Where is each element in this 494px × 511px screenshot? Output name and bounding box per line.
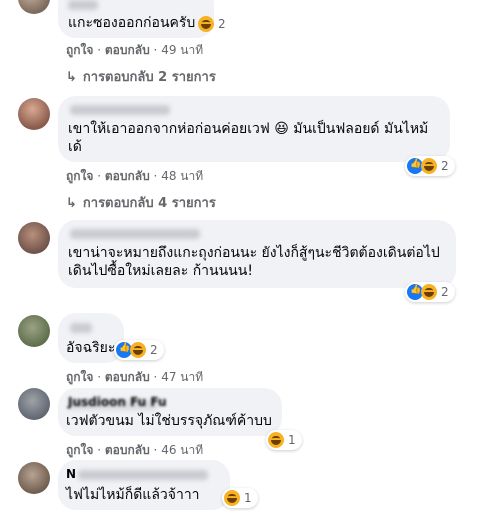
comment-bubble: N ไฟไม่ไหม้ก็ดีแล้วจ้าาา — [58, 460, 230, 510]
reaction-count: 1 — [244, 491, 252, 505]
reply-button[interactable]: ตอบกลับ — [105, 370, 150, 384]
haha-reaction-icon — [198, 16, 214, 32]
reaction-count: 2 — [441, 285, 449, 299]
commenter-name[interactable]: N — [66, 467, 76, 481]
avatar[interactable] — [18, 98, 50, 130]
like-button[interactable]: ถูกใจ — [66, 169, 93, 183]
comment-actions: ถูกใจ · ตอบกลับ · 46 นาที — [66, 443, 204, 457]
commenter-name[interactable]: Jusdioon Fu Fu — [68, 395, 167, 409]
timestamp[interactable]: 47 นาที — [161, 370, 203, 384]
reaction-summary[interactable]: 2 — [405, 156, 455, 176]
comment-actions: ถูกใจ · ตอบกลับ · 47 นาที — [66, 370, 204, 384]
haha-reaction-icon — [421, 158, 437, 174]
reaction-count: 2 — [218, 17, 226, 31]
haha-reaction-icon — [224, 490, 240, 506]
comment-text: เขาให้เอาออกจากห่อก่อนค่อยเวฟ 😆 มันเป็นฟ… — [68, 121, 429, 137]
reply-button[interactable]: ตอบกลับ — [105, 443, 150, 457]
like-button[interactable]: ถูกใจ — [66, 370, 93, 384]
reaction-summary[interactable]: 1 — [222, 488, 258, 508]
commenter-name[interactable] — [70, 105, 170, 115]
commenter-name-blur — [78, 470, 208, 480]
commenter-name[interactable] — [70, 323, 92, 333]
view-replies-link[interactable]: ↳ การตอบกลับ 2 รายการ — [66, 66, 216, 87]
haha-reaction-icon — [268, 432, 284, 448]
comment-text: เวฟตัวขนม ไม่ใช่บรรจุภัณฑ์ค้าบบ — [66, 413, 272, 429]
reply-button[interactable]: ตอบกลับ — [105, 169, 150, 183]
reaction-summary[interactable]: 2 — [198, 14, 226, 34]
haha-reaction-icon — [130, 342, 146, 358]
avatar[interactable] — [18, 462, 50, 494]
commenter-name[interactable] — [70, 229, 200, 239]
view-replies-link[interactable]: ↳ การตอบกลับ 4 รายการ — [66, 192, 216, 213]
avatar[interactable] — [18, 315, 50, 347]
avatar[interactable] — [18, 0, 50, 14]
like-button[interactable]: ถูกใจ — [66, 43, 93, 57]
comment-bubble: เขาน่าจะหมายถึงแกะถุงก่อนนะ ยังไงก็สู้ๆน… — [58, 220, 456, 288]
reply-arrow-icon: ↳ — [66, 196, 77, 211]
reply-button[interactable]: ตอบกลับ — [105, 43, 150, 57]
comment-text-line2: เดินไปซื้อใหม่เลยละ ก้านนนน! — [68, 263, 253, 279]
comment-text: อัจฉริยะ — [66, 340, 116, 356]
avatar[interactable] — [18, 388, 50, 420]
commenter-name[interactable] — [68, 0, 98, 10]
timestamp[interactable]: 46 นาที — [161, 443, 203, 457]
timestamp[interactable]: 48 นาที — [161, 169, 203, 183]
reaction-summary[interactable]: 2 — [114, 340, 164, 360]
reaction-summary[interactable]: 1 — [266, 430, 302, 450]
reply-arrow-icon: ↳ — [66, 70, 77, 85]
haha-reaction-icon — [421, 284, 437, 300]
reaction-count: 2 — [150, 343, 158, 357]
comment-bubble: Jusdioon Fu Fu เวฟตัวขนม ไม่ใช่บรรจุภัณฑ… — [58, 388, 282, 436]
comment-bubble: แกะซองออกก่อนครับ 2 — [58, 0, 226, 38]
comment-text: ไฟไม่ไหม้ก็ดีแล้วจ้าาา — [66, 487, 200, 503]
reaction-count: 2 — [441, 159, 449, 173]
comment-actions: ถูกใจ · ตอบกลับ · 49 นาที — [66, 43, 204, 57]
comment-text: แกะซองออกก่อนครับ — [68, 15, 196, 31]
reaction-summary[interactable]: 2 — [405, 282, 455, 302]
timestamp[interactable]: 49 นาที — [161, 43, 203, 57]
avatar[interactable] — [18, 222, 50, 254]
comment-bubble: เขาให้เอาออกจากห่อก่อนค่อยเวฟ 😆 มันเป็นฟ… — [58, 96, 450, 162]
comment-text-line2: เด้ — [68, 139, 82, 155]
comment-bubble: อัจฉริยะ — [58, 313, 124, 363]
comment-actions: ถูกใจ · ตอบกลับ · 48 นาที — [66, 169, 204, 183]
like-button[interactable]: ถูกใจ — [66, 443, 93, 457]
reaction-count: 1 — [288, 433, 296, 447]
